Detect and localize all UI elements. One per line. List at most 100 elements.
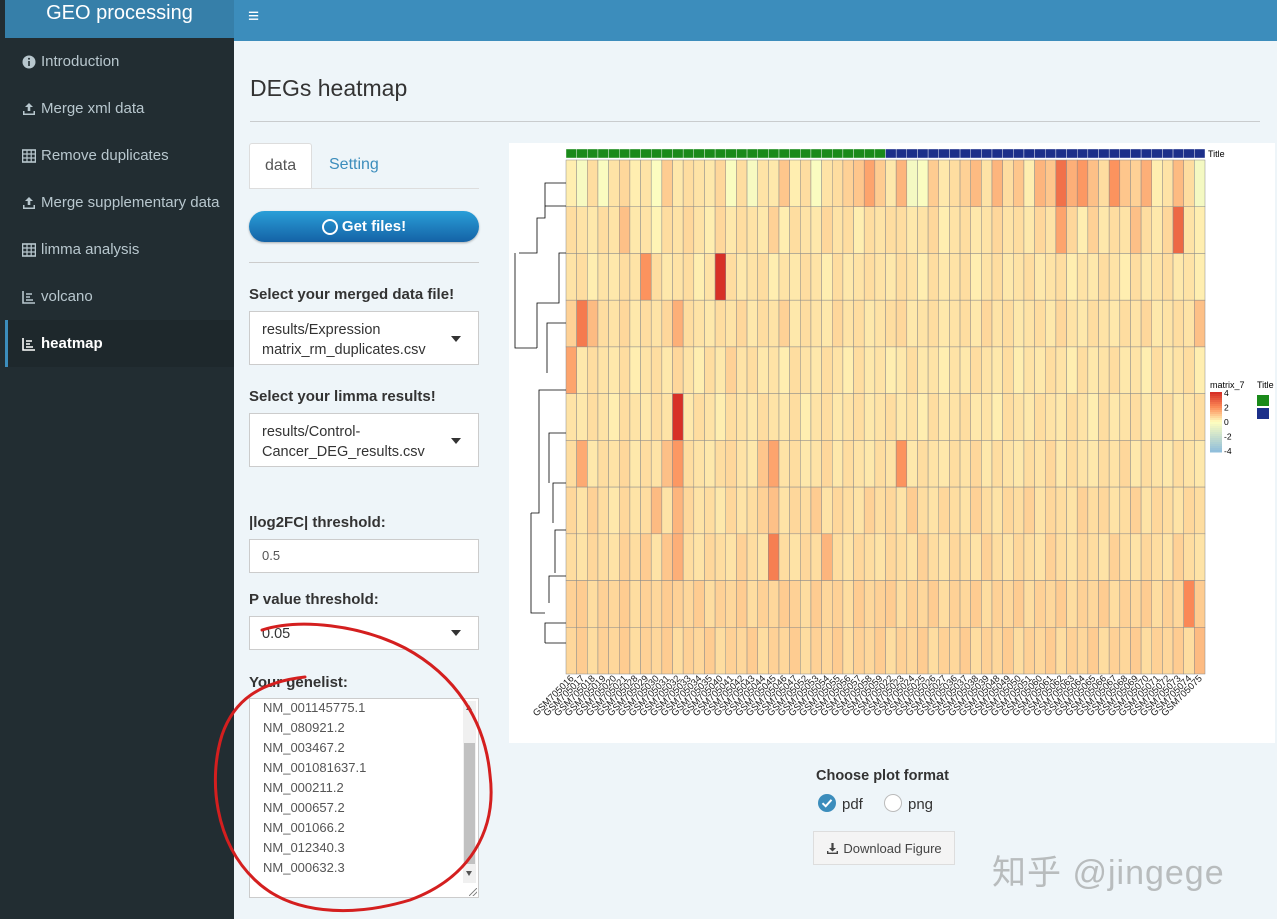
heatmap-cell xyxy=(682,299,695,348)
heatmap-cell xyxy=(1162,299,1174,348)
get-files-button[interactable]: Get files! xyxy=(249,211,479,242)
heatmap-cell xyxy=(970,346,982,394)
heatmap-cell xyxy=(1140,533,1152,581)
heatmap-cell xyxy=(927,440,940,488)
heatmap-cell xyxy=(672,627,684,675)
heatmap-cell xyxy=(587,580,599,628)
heatmap-cell xyxy=(661,486,673,535)
heatmap-cell xyxy=(895,206,908,254)
limma-file-select[interactable]: results/Control-Cancer_DEG_results.csv xyxy=(249,413,479,467)
heatmap-cell xyxy=(917,440,929,488)
heatmap-cell xyxy=(778,206,790,254)
heatmap-cell xyxy=(736,580,748,628)
heatmap-cell xyxy=(1034,440,1046,488)
heatmap-cell xyxy=(1013,299,1025,348)
heatmap-cell xyxy=(587,299,599,348)
heatmap-cell xyxy=(1055,533,1067,581)
heatmap-cell xyxy=(682,627,695,675)
heatmap-cell xyxy=(938,206,950,254)
heatmap-cell xyxy=(991,206,1003,254)
heatmap-cell xyxy=(704,299,716,348)
divider xyxy=(249,262,479,263)
heatmap-cell xyxy=(1045,299,1057,348)
heatmap-cell xyxy=(842,486,854,535)
merged-file-select[interactable]: results/Expression matrix_rm_duplicates.… xyxy=(249,311,479,365)
sidebar-item-merge-xml[interactable]: Merge xml data xyxy=(5,85,234,132)
resize-grip-icon[interactable] xyxy=(469,888,477,896)
heatmap-cell xyxy=(757,627,769,675)
heatmap-cell xyxy=(895,580,908,628)
heatmap-cell xyxy=(1130,299,1142,348)
heatmap-cell xyxy=(970,486,982,535)
heatmap-cell xyxy=(640,627,652,675)
heatmap-cell xyxy=(1108,346,1121,394)
menu-toggle-icon[interactable]: ≡ xyxy=(248,6,259,28)
heatmap-cell xyxy=(640,486,652,535)
genelist-label: Your genelist: xyxy=(249,674,348,691)
heatmap-cell xyxy=(832,533,844,581)
heatmap-cell xyxy=(661,580,673,628)
heatmap-cell xyxy=(1087,440,1099,488)
heatmap-cell xyxy=(885,393,897,441)
heatmap-plot: Title GSM705016 GSM705017 GSM705018 GSM70501… xyxy=(509,143,1275,743)
heatmap-cell xyxy=(885,440,897,488)
heatmap-cell xyxy=(714,253,727,301)
heatmap-cell xyxy=(906,627,918,675)
heatmap-cell xyxy=(906,299,918,348)
annotation-cell xyxy=(1023,148,1035,159)
heatmap-cell xyxy=(842,159,854,207)
annotation-cell xyxy=(800,148,812,159)
sidebar-item-introduction[interactable]: Introduction xyxy=(5,38,234,85)
genelist-textarea[interactable]: NM_001145775.1 NM_080921.2 NM_003467.2 N… xyxy=(249,698,479,898)
scrollbar[interactable] xyxy=(463,701,476,883)
sidebar-item-volcano[interactable]: volcano xyxy=(5,273,234,320)
heatmap-cell xyxy=(1013,486,1025,535)
radio-png-label: png xyxy=(908,796,934,813)
sidebar-item-merge-supplementary[interactable]: Merge supplementary data xyxy=(5,179,234,226)
heatmap-cell xyxy=(832,440,844,488)
annotation-cell xyxy=(650,148,663,159)
heatmap-cell xyxy=(619,346,631,394)
heatmap-cell xyxy=(1034,627,1046,675)
scroll-down-icon[interactable] xyxy=(466,871,472,876)
heatmap-cell xyxy=(810,299,822,348)
limma-file-label: Select your limma results! xyxy=(249,388,436,405)
heatmap-cell xyxy=(714,580,727,628)
annotation-legend-key xyxy=(1257,395,1269,406)
heatmap-cell xyxy=(725,580,737,628)
tab-data[interactable]: data xyxy=(249,143,313,188)
sidebar-item-limma[interactable]: limma analysis xyxy=(5,226,234,273)
heatmap-cell xyxy=(863,346,876,394)
sidebar-item-label: Merge xml data xyxy=(41,100,145,117)
pvalue-value: 0.05 xyxy=(262,626,291,642)
heatmap-cell xyxy=(587,206,599,254)
heatmap-cell xyxy=(821,627,833,675)
heatmap-cell xyxy=(1119,159,1131,207)
heatmap-cell xyxy=(789,393,801,441)
heatmap-cell xyxy=(981,299,993,348)
heatmap-cell xyxy=(1034,393,1046,441)
heatmap-cell xyxy=(757,533,769,581)
log2fc-input[interactable]: 0.5 xyxy=(249,539,479,573)
scroll-up-icon[interactable] xyxy=(466,705,472,710)
heatmap-cell xyxy=(810,253,822,301)
heatmap-cell xyxy=(906,346,918,394)
heatmap-cell xyxy=(1162,440,1174,488)
radio-png[interactable] xyxy=(884,794,902,812)
scrollbar-thumb[interactable] xyxy=(464,743,475,864)
heatmap-cell xyxy=(640,253,652,301)
tab-setting[interactable]: Setting xyxy=(314,143,394,187)
watermark: 知乎 @jingege xyxy=(992,854,1225,892)
app-brand[interactable]: GEO processing xyxy=(5,0,234,38)
sidebar-item-label: heatmap xyxy=(41,335,103,352)
sidebar-item-remove-duplicates[interactable]: Remove duplicates xyxy=(5,132,234,179)
heatmap-cell xyxy=(832,393,844,441)
pvalue-select[interactable]: 0.05 xyxy=(249,616,479,650)
sidebar-item-heatmap[interactable]: heatmap xyxy=(5,320,234,367)
annotation-cell xyxy=(981,148,993,159)
heatmap-cell xyxy=(608,533,620,581)
download-figure-button[interactable]: Download Figure xyxy=(813,831,955,865)
radio-pdf[interactable] xyxy=(818,794,836,812)
heatmap-cell xyxy=(1076,206,1089,254)
limma-file-value: results/Control-Cancer_DEG_results.csv xyxy=(262,424,425,460)
